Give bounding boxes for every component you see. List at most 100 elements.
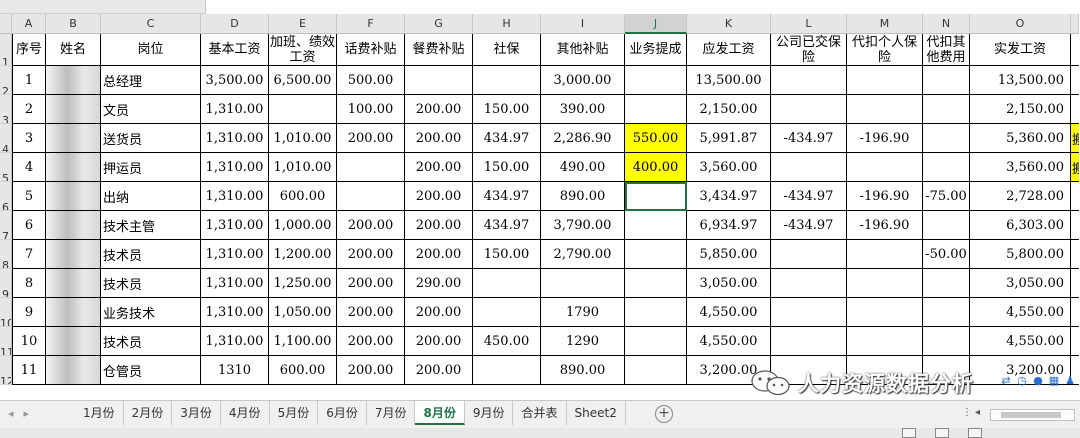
cell-i8[interactable]: 2,790.00 <box>541 240 625 269</box>
cell-j11[interactable] <box>625 327 687 356</box>
header-cell-g[interactable]: 餐费补贴 <box>405 34 473 66</box>
cell-c6[interactable]: 出纳 <box>101 182 201 211</box>
cell-i12[interactable]: 890.00 <box>541 356 625 385</box>
sheet-tab[interactable]: 合并表 <box>513 401 567 425</box>
cell-a11[interactable]: 10 <box>12 327 46 356</box>
cell-l5[interactable] <box>771 153 847 182</box>
header-cell-l[interactable]: 公司已交保险 <box>771 34 847 66</box>
cell-d3[interactable]: 1,310.00 <box>201 95 269 124</box>
cell-o4[interactable]: 5,360.00 <box>970 124 1071 153</box>
cell-m3[interactable] <box>847 95 923 124</box>
cell-b10[interactable] <box>46 298 101 327</box>
cell-b6[interactable] <box>46 182 101 211</box>
cell-n9[interactable] <box>923 269 970 298</box>
header-cell-c[interactable]: 岗位 <box>101 34 201 66</box>
cell-j6[interactable] <box>625 182 687 211</box>
cell-c2[interactable]: 总经理 <box>101 66 201 95</box>
cell-f8[interactable]: 200.00 <box>337 240 405 269</box>
cell-l7[interactable]: -434.97 <box>771 211 847 240</box>
cell-n10[interactable] <box>923 298 970 327</box>
row-header-2[interactable]: 2 <box>0 66 12 95</box>
cell-i11[interactable]: 1290 <box>541 327 625 356</box>
cell-f12[interactable]: 200.00 <box>337 356 405 385</box>
formula-input[interactable] <box>205 0 1080 14</box>
cell-a5[interactable]: 4 <box>12 153 46 182</box>
cell-m7[interactable]: -196.90 <box>847 211 923 240</box>
cell-c5[interactable]: 押运员 <box>101 153 201 182</box>
cell-d9[interactable]: 1,310.00 <box>201 269 269 298</box>
cell-a2[interactable]: 1 <box>12 66 46 95</box>
cell-e12[interactable]: 600.00 <box>269 356 337 385</box>
cell-n8[interactable]: -50.00 <box>923 240 970 269</box>
cell-f5[interactable] <box>337 153 405 182</box>
header-cell-o[interactable]: 实发工资 <box>970 34 1071 66</box>
sheet-tab[interactable]: 7月份 <box>367 401 416 425</box>
cell-n4[interactable] <box>923 124 970 153</box>
column-header-b[interactable]: B <box>46 14 101 34</box>
cell-e11[interactable]: 1,100.00 <box>269 327 337 356</box>
cell-n6[interactable]: -75.00 <box>923 182 970 211</box>
sheet-tab[interactable]: 4月份 <box>221 401 270 425</box>
cell-k9[interactable]: 3,050.00 <box>687 269 771 298</box>
cell-o8[interactable]: 5,800.00 <box>970 240 1071 269</box>
cell-i9[interactable] <box>541 269 625 298</box>
cell-d11[interactable]: 1,310.00 <box>201 327 269 356</box>
cell-g7[interactable]: 200.00 <box>405 211 473 240</box>
cell-p10[interactable] <box>1071 298 1079 327</box>
cell-b8[interactable] <box>46 240 101 269</box>
cell-k4[interactable]: 5,991.87 <box>687 124 771 153</box>
cell-f2[interactable]: 500.00 <box>337 66 405 95</box>
cell-b9[interactable] <box>46 269 101 298</box>
scroll-thumb[interactable] <box>1001 412 1061 418</box>
cell-h8[interactable]: 150.00 <box>473 240 541 269</box>
cell-h9[interactable] <box>473 269 541 298</box>
column-header-p[interactable] <box>1071 14 1079 34</box>
column-header-j[interactable]: J <box>625 14 687 34</box>
cell-c10[interactable]: 业务技术 <box>101 298 201 327</box>
cell-c12[interactable]: 仓管员 <box>101 356 201 385</box>
column-header-e[interactable]: E <box>269 14 337 34</box>
cell-a6[interactable]: 5 <box>12 182 46 211</box>
cell-p7[interactable] <box>1071 211 1079 240</box>
cell-d10[interactable]: 1,310.00 <box>201 298 269 327</box>
cell-p11[interactable] <box>1071 327 1079 356</box>
cell-e9[interactable]: 1,250.00 <box>269 269 337 298</box>
cell-j9[interactable] <box>625 269 687 298</box>
row-header-10[interactable]: 10 <box>0 298 12 327</box>
cell-f6[interactable] <box>337 182 405 211</box>
sheet-nav-arrows[interactable]: ◂▸ <box>8 407 39 420</box>
header-cell-b[interactable]: 姓名 <box>46 34 101 66</box>
grid-icon[interactable]: ▦ <box>1048 374 1060 388</box>
more-icon[interactable]: ⋮ <box>962 407 972 418</box>
cell-k6[interactable]: 3,434.97 <box>687 182 771 211</box>
column-header-g[interactable]: G <box>405 14 473 34</box>
share-icon[interactable]: ⇄ <box>1000 374 1012 388</box>
row-header-7[interactable]: 7 <box>0 211 12 240</box>
cell-e10[interactable]: 1,050.00 <box>269 298 337 327</box>
column-header-k[interactable]: K <box>687 14 771 34</box>
sheet-tab[interactable]: 8月份 <box>415 401 465 425</box>
cell-m9[interactable] <box>847 269 923 298</box>
sheet-tab[interactable]: 1月份 <box>75 401 124 425</box>
cell-f3[interactable]: 100.00 <box>337 95 405 124</box>
cell-k7[interactable]: 6,934.97 <box>687 211 771 240</box>
cell-i4[interactable]: 2,286.90 <box>541 124 625 153</box>
cell-o2[interactable]: 13,500.00 <box>970 66 1071 95</box>
cell-o5[interactable]: 3,560.00 <box>970 153 1071 182</box>
row-header-9[interactable]: 9 <box>0 269 12 298</box>
cell-k3[interactable]: 2,150.00 <box>687 95 771 124</box>
header-cell-e[interactable]: 加班、绩效工资 <box>269 34 337 66</box>
column-header-h[interactable]: H <box>473 14 541 34</box>
cell-n5[interactable] <box>923 153 970 182</box>
column-header-o[interactable]: O <box>970 14 1071 34</box>
cell-p6[interactable] <box>1071 182 1079 211</box>
cell-n7[interactable] <box>923 211 970 240</box>
cell-o10[interactable]: 4,550.00 <box>970 298 1071 327</box>
cell-l2[interactable] <box>771 66 847 95</box>
cell-g11[interactable]: 200.00 <box>405 327 473 356</box>
add-sheet-button[interactable]: + <box>655 405 673 423</box>
clock-icon[interactable]: ◷ <box>1016 374 1028 388</box>
cell-e6[interactable]: 600.00 <box>269 182 337 211</box>
column-header-i[interactable]: I <box>541 14 625 34</box>
cell-h11[interactable]: 450.00 <box>473 327 541 356</box>
